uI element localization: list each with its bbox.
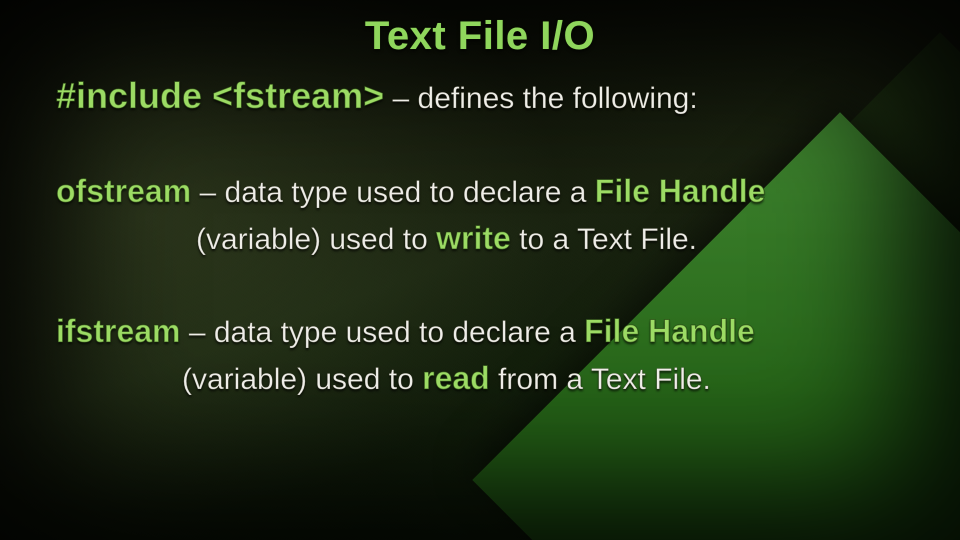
- ofstream-keyword: ofstream: [56, 173, 191, 209]
- include-keyword: #include <fstream>: [56, 75, 384, 116]
- ofstream-line-2: (variable) used to write to a Text File.: [56, 220, 904, 257]
- include-line: #include <fstream> – defines the followi…: [56, 75, 904, 117]
- ifstream-line2-post: from a Text File.: [490, 363, 711, 396]
- ofstream-line2-pre: (variable) used to: [196, 223, 436, 256]
- ofstream-desc-pre: – data type used to declare a: [191, 176, 595, 209]
- ifstream-line2-pre: (variable) used to: [182, 363, 422, 396]
- slide-title: Text File I/O: [56, 14, 904, 59]
- ofstream-line-1: ofstream – data type used to declare a F…: [56, 173, 904, 210]
- ofstream-verb: write: [436, 220, 511, 256]
- slide-content: Text File I/O #include <fstream> – defin…: [0, 0, 960, 540]
- ifstream-file-handle: File Handle: [584, 313, 755, 349]
- include-desc: – defines the following:: [384, 82, 698, 115]
- ifstream-desc-pre: – data type used to declare a: [181, 316, 585, 349]
- ifstream-keyword: ifstream: [56, 313, 181, 349]
- ifstream-verb: read: [422, 360, 490, 396]
- ifstream-line-1: ifstream – data type used to declare a F…: [56, 313, 904, 350]
- ifstream-line-2: (variable) used to read from a Text File…: [56, 360, 904, 397]
- ofstream-line2-post: to a Text File.: [511, 223, 697, 256]
- ofstream-file-handle: File Handle: [595, 173, 766, 209]
